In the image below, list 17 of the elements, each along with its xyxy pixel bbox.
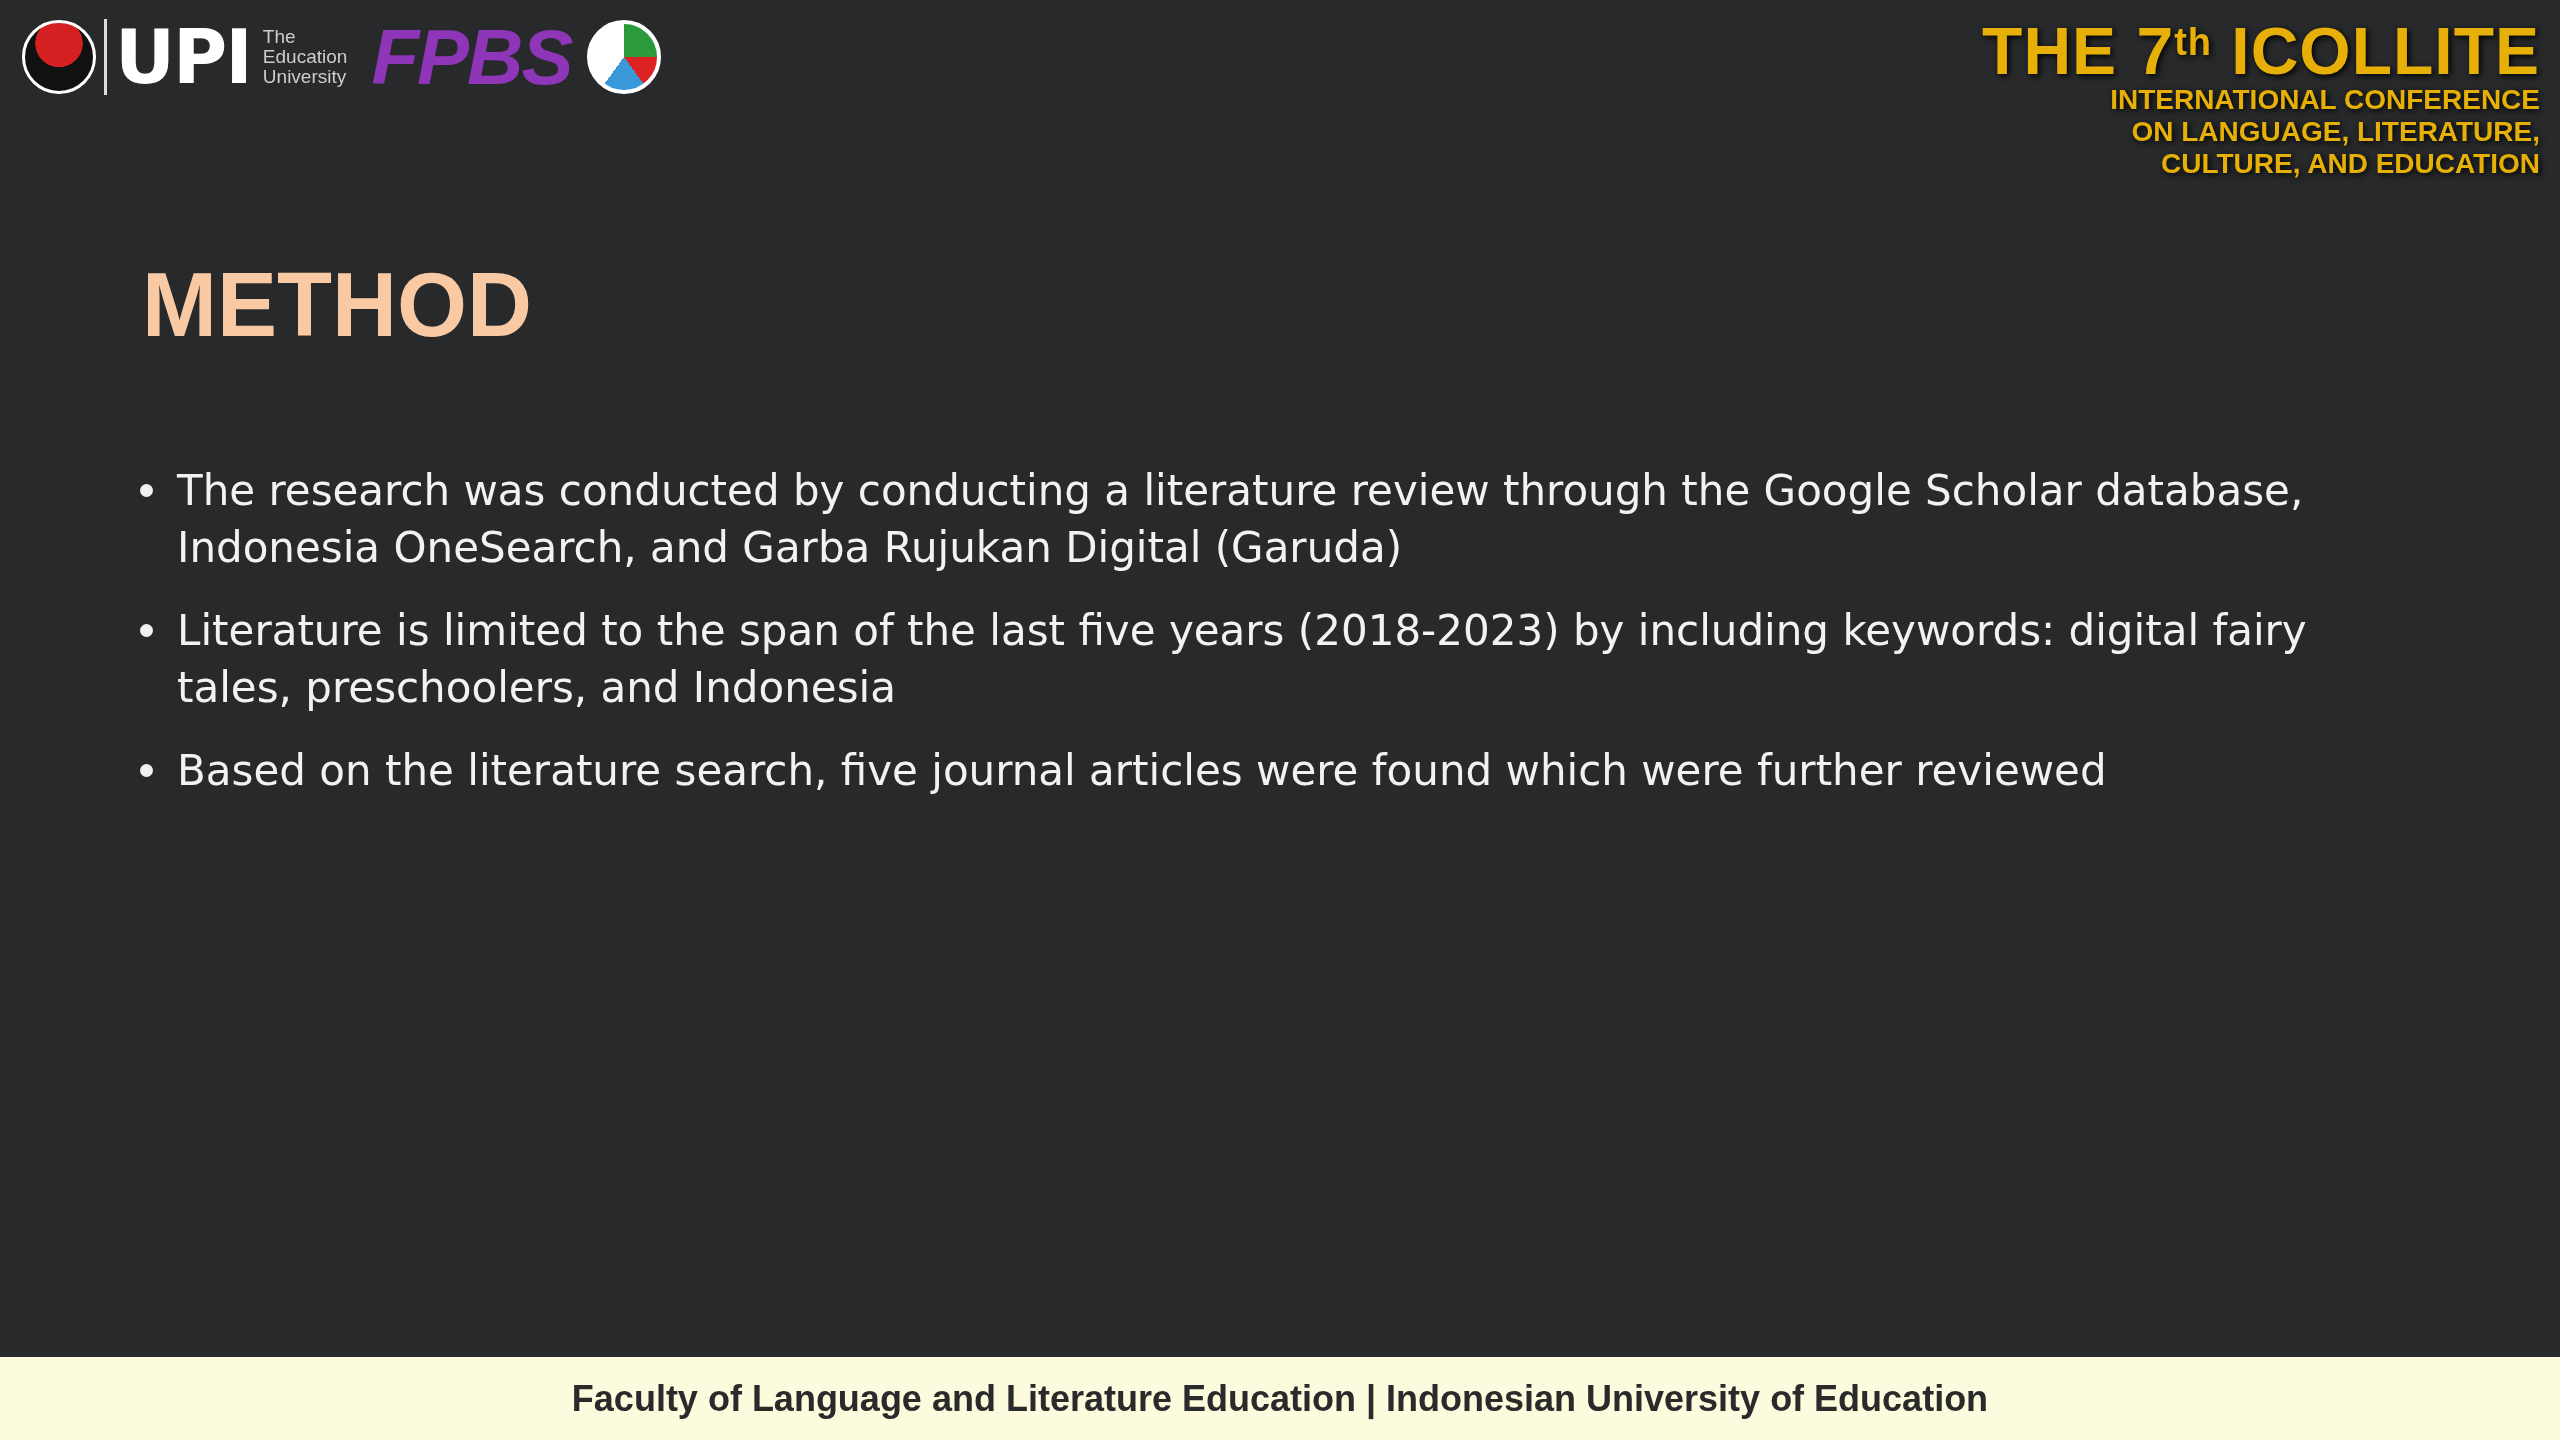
bullet-icon xyxy=(140,484,153,497)
bullet-icon xyxy=(140,624,153,637)
conference-subtitle: ON LANGUAGE, LITERATURE, xyxy=(2130,116,2540,149)
bullet-text: Literature is limited to the span of the last five years (2018-2023) by including keywords: digital fairy tales, preschoolers, and Indonesia xyxy=(177,605,2308,714)
logo-text: UPI xyxy=(115,20,251,94)
conference-subtitle: INTERNATIONAL CONFERENCE xyxy=(2109,84,2540,117)
logo-caption: The xyxy=(262,27,297,48)
bullet-icon xyxy=(140,764,153,777)
bullet-text: The research was conducted by conducting a literature review through the Google Scholar database, Indonesia OneSearch, and Garba Rujukan Digital (Garuda) xyxy=(177,465,2305,574)
logo-caption: University xyxy=(262,66,348,87)
logo-caption: Education xyxy=(262,47,348,67)
bullet-text: Based on the literature search, five journal articles were found which were further reviewed xyxy=(177,745,2107,797)
conference-subtitle: CULTURE, AND EDUCATION xyxy=(2160,148,2540,181)
footer-text: Faculty of Language and Literature Education | Indonesian University of Education xyxy=(571,1376,1989,1422)
conference-title: THE 7$^{th}$ ICOLLITE xyxy=(1982,18,2540,84)
slide-title: METHOD xyxy=(142,260,533,350)
logo-text: FPBS xyxy=(371,18,572,96)
